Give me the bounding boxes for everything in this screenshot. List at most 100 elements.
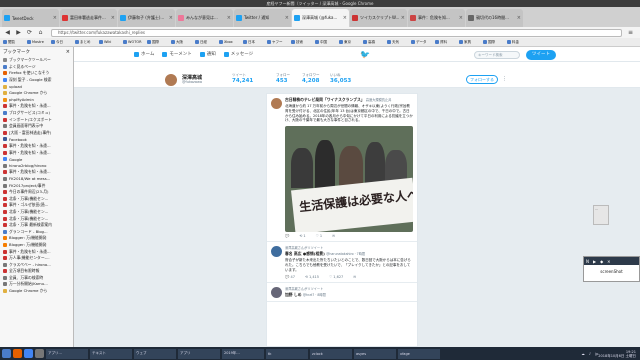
tab-4[interactable]: Twitter / 通知 ×: [234, 9, 291, 27]
sidebar-bookmark-item[interactable]: Google: [0, 156, 73, 163]
twitter-nav-item[interactable]: 通知: [199, 51, 216, 57]
widget-tool-icon[interactable]: ▶: [593, 259, 596, 264]
profile-stat[interactable]: フォロワー 4,208: [302, 73, 328, 84]
bookmark-2[interactable]: 今日: [51, 40, 75, 45]
bookmark-11[interactable]: ヤフー: [267, 40, 291, 45]
profile-handle[interactable]: @fukazawa: [182, 80, 202, 84]
tab-0[interactable]: TweetDeck ×: [2, 9, 59, 27]
bookmark-9[interactable]: Xbox: [219, 40, 243, 44]
close-icon[interactable]: ×: [53, 15, 57, 21]
tray-icon[interactable]: ☁: [581, 352, 585, 356]
tweet-author[interactable]: 加野 しめ @hrzt7 · 8時間: [285, 292, 413, 298]
bookmark-16[interactable]: 天気: [387, 40, 411, 45]
tab-3[interactable]: みんなが意見は... ×: [176, 9, 233, 27]
bookmark-20[interactable]: 国際: [483, 40, 507, 45]
tweet-photo[interactable]: 生活保護は必要な人へ: [285, 126, 413, 233]
tweet-author[interactable]: 古日精株のテレビ局同「ワイナスクランブス」 高速大規模抗止弁: [285, 97, 413, 103]
clock[interactable]: 19:21 2018年10月6日 土曜日: [598, 350, 636, 358]
close-icon[interactable]: ×: [111, 15, 115, 21]
bookmark-14[interactable]: 東京: [339, 40, 363, 45]
sidebar-bookmark-item[interactable]: 全員、万事の検索時: [0, 275, 73, 282]
tray-icon[interactable]: ♪: [589, 352, 591, 356]
bookmark-17[interactable]: データ: [411, 40, 435, 45]
sidebar-bookmark-item[interactable]: インポート/エクスポート: [0, 116, 73, 123]
bookmark-3[interactable]: まとめ: [75, 40, 99, 45]
sidebar-bookmark-item[interactable]: クラスペベー - hirono...: [0, 261, 73, 268]
bookmark-8[interactable]: 日経: [195, 40, 219, 45]
close-icon[interactable]: ×: [285, 15, 289, 21]
bookmark-12[interactable]: 技術: [291, 40, 315, 45]
sidebar-bookmark-item[interactable]: FK2018/We at mess...: [0, 176, 73, 183]
sidebar-bookmark-item[interactable]: 事件・危険を知・永遠...: [0, 169, 73, 176]
more-icon[interactable]: ⋮: [502, 76, 507, 82]
sidebar-bookmark-item[interactable]: Firefox を使いこなそう: [0, 70, 73, 77]
tweet-action-button[interactable]: ♡ 1,627: [329, 275, 343, 279]
close-icon[interactable]: ×: [517, 15, 521, 21]
tweet-action-button[interactable]: ♡ 1: [316, 234, 322, 238]
taskbar-window[interactable]: asyes: [354, 348, 396, 359]
bookmark-7[interactable]: 大阪: [171, 40, 195, 45]
profile-stat[interactable]: フォロー 453: [276, 73, 302, 84]
sidebar-bookmark-item[interactable]: 全万項目有限時報: [0, 268, 73, 275]
sidebar-bookmark-item[interactable]: よく見るページ: [0, 64, 73, 71]
twitter-nav-item[interactable]: メッセージ: [223, 51, 253, 57]
sidebar-bookmark-item[interactable]: hirono2rblog/hirono: [0, 163, 73, 170]
close-icon[interactable]: ×: [459, 15, 463, 21]
twitter-nav-item[interactable]: ホーム: [134, 51, 154, 57]
widget-tool-icon[interactable]: N: [586, 259, 589, 264]
sidebar-bookmark-item[interactable]: upload: [0, 83, 73, 90]
bookmark-6[interactable]: 国際: [147, 40, 171, 45]
sidebar-bookmark-item[interactable]: Facebook: [0, 136, 73, 143]
sidebar-bookmark-item[interactable]: 万人事(機能センター-...: [0, 255, 73, 262]
home-button[interactable]: ⌂: [36, 28, 45, 37]
sidebar-bookmark-item[interactable]: 北条・万事(機能セン...: [0, 195, 73, 202]
taskbar-window[interactable]: アプリ: [178, 348, 220, 359]
firefox-icon[interactable]: [13, 349, 22, 358]
bookmark-18[interactable]: 資料: [435, 40, 459, 45]
sidebar-bookmark-item[interactable]: 事件・危険を知・永遠...: [0, 149, 73, 156]
address-bar[interactable]: https://twitter.com/fukazawatakashi_repl…: [51, 28, 622, 37]
close-icon[interactable]: ×: [227, 15, 231, 21]
twitter-nav-item[interactable]: モーメント: [162, 51, 192, 57]
tweet-action-button[interactable]: ⟲ 1,415: [305, 275, 319, 279]
chat-panel[interactable]: …: [593, 205, 609, 225]
start-menu-icon[interactable]: [2, 349, 11, 358]
follow-button[interactable]: フォローする: [466, 75, 498, 84]
tab-7[interactable]: 事件：危険を知... ×: [408, 9, 465, 27]
bookmark-13[interactable]: 中国: [315, 40, 339, 45]
forward-button[interactable]: ▶: [14, 28, 23, 37]
sidebar-bookmark-item[interactable]: Google Chrome から: [0, 90, 73, 97]
sidebar-bookmark-item[interactable]: 事件・ゴルぜ依田(過...: [0, 202, 73, 209]
sidebar-bookmark-item[interactable]: [大阪・富田林逃走(事件): [0, 130, 73, 137]
terminal-icon[interactable]: [35, 349, 44, 358]
tweet[interactable]: 深澤高城さんがリツイート 加野 しめ @hrzt7 · 8時間: [267, 283, 417, 302]
tweet-button[interactable]: ツイート: [526, 50, 556, 60]
sidebar-bookmark-item[interactable]: 会員画面専門表示中: [0, 123, 73, 130]
sidebar-bookmark-item[interactable]: ブックマークツールバー: [0, 57, 73, 64]
avatar[interactable]: [164, 73, 178, 87]
sidebar-bookmark-item[interactable]: phpMyAdmin: [0, 97, 73, 104]
tab-1[interactable]: 富田林署逃走事件... ×: [60, 9, 117, 27]
chrome-icon[interactable]: [24, 349, 33, 358]
widget-tool-icon[interactable]: ✕: [607, 259, 610, 264]
back-button[interactable]: ◀: [3, 28, 12, 37]
search-input[interactable]: キーワード検索: [474, 51, 520, 59]
bookmark-19[interactable]: 家具: [459, 40, 483, 45]
tweet[interactable]: 深澤高城さんがリツイート 春名 高広 ●感情(相貫) @harunatakahir…: [267, 242, 417, 283]
sidebar-bookmark-item[interactable]: グランコード - Blog...: [0, 228, 73, 235]
bookmark-0[interactable]: 閲覧: [3, 40, 27, 45]
avatar[interactable]: [271, 286, 282, 298]
twitter-bird-icon[interactable]: 🐦: [360, 50, 370, 59]
tweet-author[interactable]: 春名 高広 ●感情(相貫) @harunatakahiro · 7時間: [285, 251, 413, 257]
sidebar-bookmark-item[interactable]: 今日の事件周辺(23-月): [0, 189, 73, 196]
avatar[interactable]: [271, 246, 282, 258]
sidebar-bookmark-item[interactable]: Google Chrome から: [0, 288, 73, 295]
tab-6[interactable]: ツイカスクリプトW... ×: [350, 9, 407, 27]
bookmark-15[interactable]: 高橋: [363, 40, 387, 45]
taskbar-window[interactable]: zclock: [310, 348, 352, 359]
bookmark-10[interactable]: 日本: [243, 40, 267, 45]
sidebar-bookmark-item[interactable]: Blogger: 万/機能開発: [0, 242, 73, 249]
sidebar-bookmark-item[interactable]: ブログサービス(コミュ): [0, 110, 73, 117]
close-icon[interactable]: ×: [343, 15, 347, 21]
tab-8[interactable]: 親切代の16時間... ×: [466, 9, 523, 27]
